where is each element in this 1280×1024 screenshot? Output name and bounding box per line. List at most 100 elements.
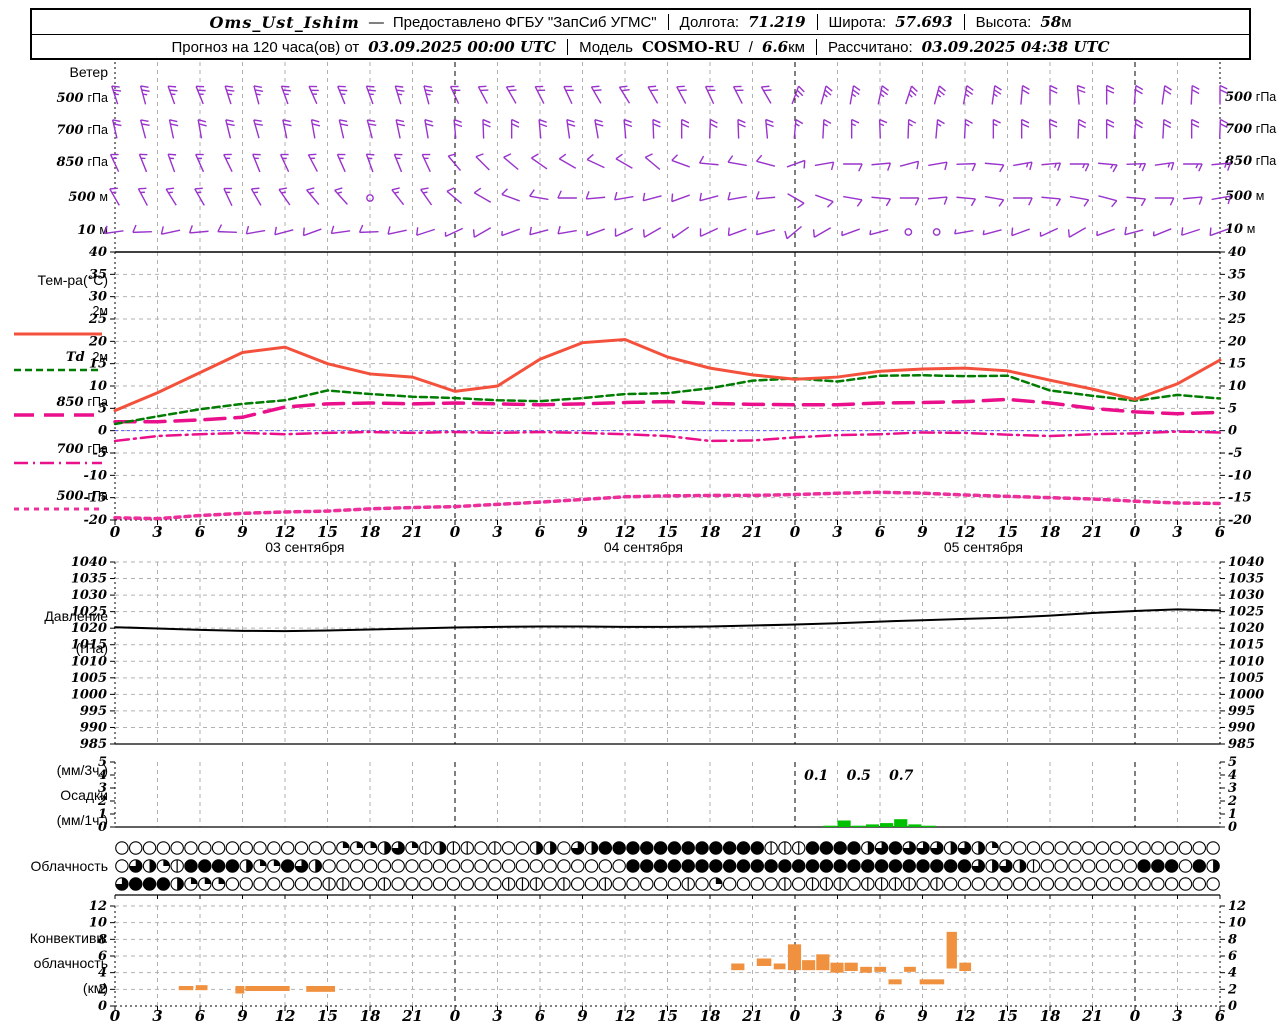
svg-text:1000: 1000 [71, 687, 107, 702]
cloud-cover-symbol [695, 877, 709, 891]
cloud-cover-symbol [1206, 877, 1220, 891]
cloud-cover-symbol [529, 859, 544, 873]
cloud-cover-symbol [184, 841, 198, 855]
cloud-cover-symbol [1109, 877, 1124, 891]
svg-text:0: 0 [1130, 1007, 1141, 1024]
cloud-cover-symbol [294, 841, 309, 855]
cloud-cover-symbol [999, 841, 1013, 855]
cloud-cover-symbol [1192, 877, 1207, 891]
svg-text:-20: -20 [84, 513, 108, 528]
cloud-cover-symbol [474, 859, 488, 873]
svg-text:3: 3 [1172, 1007, 1182, 1024]
cloud-cover-symbol [225, 841, 240, 855]
cloud-cover-symbol [294, 877, 309, 891]
cloud-cover-symbol [419, 859, 433, 873]
cloud-cover-symbol [501, 859, 516, 873]
svg-text:21: 21 [1081, 1007, 1103, 1024]
svg-text:0: 0 [110, 1007, 121, 1024]
cloud-cover-symbol [916, 877, 930, 891]
cloud-cover-symbol [1082, 859, 1096, 873]
svg-text:5: 5 [98, 401, 107, 416]
cloud-cover-symbol [1012, 877, 1027, 891]
svg-text:9: 9 [917, 523, 928, 541]
cloud-cover-symbol [405, 859, 419, 873]
svg-text:0: 0 [790, 523, 801, 541]
svg-text:0: 0 [110, 523, 121, 541]
cloud-cover-symbol [943, 877, 958, 891]
svg-text:0.7: 0.7 [889, 768, 914, 784]
svg-text:3: 3 [832, 1007, 842, 1024]
convective-cloud-bar [919, 979, 945, 985]
convective-cloud-bar [860, 966, 872, 973]
cloud-cover-symbol [1054, 877, 1068, 891]
svg-text:990: 990 [1228, 720, 1255, 735]
cloud-cover-symbol [1164, 841, 1179, 855]
svg-text:15: 15 [657, 1007, 678, 1024]
cloud-cover-symbol [280, 877, 295, 891]
svg-text:-5: -5 [93, 446, 107, 461]
svg-text:1040: 1040 [1228, 555, 1264, 570]
cloud-cover-symbol [1012, 841, 1027, 855]
svg-text:03 сентября: 03 сентября [265, 539, 344, 555]
svg-text:3: 3 [1172, 523, 1182, 541]
cloud-cover-symbol [570, 859, 585, 873]
svg-text:1010: 1010 [1228, 654, 1264, 669]
svg-text:1030: 1030 [71, 588, 107, 603]
cloud-cover-symbol [543, 877, 557, 891]
cloud-cover-symbol [1026, 841, 1041, 855]
cloud-cover-symbol [225, 877, 240, 891]
svg-text:0: 0 [790, 1007, 801, 1024]
svg-text:12: 12 [615, 1007, 636, 1024]
cloud-cover-symbol [1068, 859, 1082, 873]
cloud-cover-symbol [363, 859, 378, 873]
svg-text:40: 40 [1228, 245, 1246, 260]
svg-text:-15: -15 [84, 491, 108, 506]
svg-text:1010: 1010 [71, 654, 107, 669]
cloud-cover-symbol [211, 841, 226, 855]
cloud-cover-symbol [1123, 859, 1137, 873]
meteogram-plot: 40 4035 3530 3025 2520 2015 1510 105 50 0-5 -5-10-… [71, 62, 1264, 1024]
svg-text:15: 15 [317, 1007, 338, 1024]
cloud-cover-symbol [308, 841, 323, 855]
svg-text:0: 0 [450, 523, 461, 541]
cloud-cover-symbol [1109, 859, 1124, 873]
precip-bar [837, 820, 851, 827]
cloud-cover-symbol [1026, 877, 1041, 891]
convective-cloud-bar [306, 986, 335, 992]
cloud-cover-symbol [764, 877, 778, 891]
cloud-cover-symbol [1192, 841, 1207, 855]
svg-text:3: 3 [152, 1007, 162, 1024]
svg-text:1020: 1020 [71, 621, 107, 636]
svg-text:6: 6 [195, 1007, 206, 1024]
cloud-cover-symbol [640, 877, 654, 891]
svg-text:985: 985 [80, 737, 107, 752]
precip-bar [880, 823, 894, 827]
svg-text:35: 35 [1228, 267, 1246, 282]
svg-text:1025: 1025 [1228, 605, 1264, 620]
svg-text:9: 9 [917, 1007, 928, 1024]
cloud-cover-symbol [1054, 859, 1068, 873]
svg-text:4: 4 [98, 768, 107, 783]
cloud-cover-symbol [957, 877, 972, 891]
cloud-cover-symbol [474, 877, 488, 891]
svg-text:-10: -10 [1228, 468, 1252, 483]
cloud-cover-symbol [736, 877, 751, 891]
svg-text:18: 18 [700, 1007, 721, 1024]
cloud-cover-symbol [515, 841, 530, 855]
cloud-cover-symbol [253, 841, 267, 855]
cloud-cover-symbol [156, 841, 171, 855]
convective-cloud-bar [731, 963, 745, 971]
svg-text:3: 3 [492, 523, 502, 541]
cloud-cover-symbol [322, 859, 336, 873]
cloud-cover-symbol [584, 859, 599, 873]
svg-text:9: 9 [237, 1007, 248, 1024]
cloud-cover-symbol [267, 841, 281, 855]
cloud-cover-symbol [1137, 877, 1151, 891]
convective-cloud-bar [959, 962, 972, 971]
svg-text:0: 0 [98, 424, 107, 439]
cloud-cover-symbol [280, 841, 295, 855]
svg-text:5: 5 [98, 755, 107, 770]
cloud-cover-symbol [446, 877, 461, 891]
svg-text:2: 2 [1227, 982, 1237, 997]
svg-text:6: 6 [535, 523, 546, 541]
